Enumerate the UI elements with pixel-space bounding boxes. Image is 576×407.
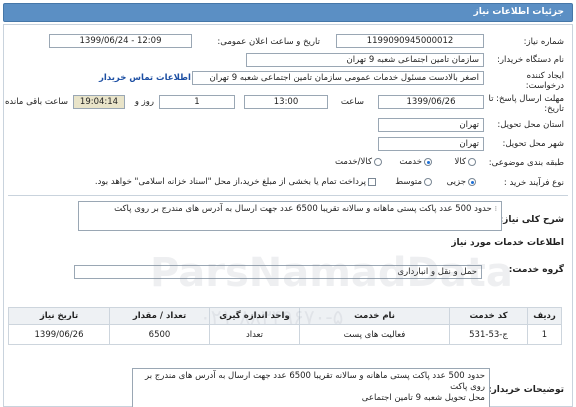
cell-row: 1 [527,324,562,345]
deadline-time-label: ساعت [340,97,364,107]
page-header: جزئیات اطلاعات نیاز [3,3,573,22]
resize-handle-icon: ⁞ [494,205,497,213]
table-row: 1 ج-53-531 فعالیت های پست تعداد 6500 139… [8,324,562,345]
buyer-label: نام دستگاه خریدار: [497,55,564,65]
process-radio-medium[interactable]: متوسط [395,177,432,187]
treasury-payment-checkbox[interactable]: پرداخت تمام یا بخشی از مبلغ خرید،از محل … [95,177,376,187]
announce-field: 1399/06/24 - 12:09 [49,34,192,48]
category-option-goods-service: کالا/خدمت [335,157,372,167]
creator-label: ایجاد کننده درخواست: [525,71,564,91]
process-option-minor: جزیی [446,177,466,187]
radio-dot-selected[interactable] [468,178,476,186]
category-option-goods: کالا [454,157,466,167]
col-unit: واحد اندازه گیری [209,307,300,325]
radio-dot[interactable] [468,158,476,166]
cell-unit: تعداد [209,324,300,345]
deadline-date-field: 1399/06/26 [378,95,484,109]
buyer-field: سازمان تامین اجتماعی شعبه 9 تهران [246,53,484,67]
days-label: روز و [134,97,154,107]
province-field: تهران [378,118,484,132]
radio-dot[interactable] [424,178,432,186]
category-radio-goods-service[interactable]: کالا/خدمت [335,157,382,167]
radio-dot[interactable] [374,158,382,166]
deadline-time-field: 13:00 [244,95,328,109]
process-label: نوع فرآیند خرید : [503,178,564,188]
need-number-field: 1199090945000012 [336,34,484,48]
category-option-service: خدمت [399,157,422,167]
buyer-notes-line-2: روی پاکت [450,382,485,392]
buyer-notes-box: حدود 500 عدد پاکت پستی ماهانه و سالانه ت… [132,368,490,407]
remaining-label: ساعت باقی مانده [4,97,68,107]
checkbox[interactable] [368,178,376,186]
creator-field: اصغر بالادست مسئول خدمات عمومی سازمان تا… [192,71,484,85]
summary-label: شرح کلی نیاز: [499,215,564,225]
cell-service-name: فعالیت های پست [299,324,450,345]
category-radio-service[interactable]: خدمت [399,157,432,167]
radio-dot-selected[interactable] [424,158,432,166]
col-need-date: تاریخ نیاز [8,307,110,325]
announce-label: تاریخ و ساعت اعلان عمومی: [217,37,320,47]
process-radio-minor[interactable]: جزیی [447,177,476,187]
process-option-medium: متوسط [395,177,422,187]
buyer-notes-line-1: حدود 500 عدد پاکت پستی ماهانه و سالانه ت… [145,371,485,381]
col-service-name: نام خدمت [299,307,450,325]
buyer-contact-link[interactable]: اطلاعات تماس خریدار [99,73,191,83]
province-label: استان محل تحویل: [497,120,564,130]
category-label: طبقه بندی موضوعی: [488,158,564,168]
details-panel: شماره نیاز: 1199090945000012 تاریخ و ساع… [3,24,573,407]
need-number-label: شماره نیاز: [523,37,564,47]
col-service-code: کد خدمت [449,307,528,325]
cell-need-date: 1399/06/26 [8,324,110,345]
page-title: جزئیات اطلاعات نیاز [473,7,564,17]
summary-text: حدود 500 عدد پاکت پستی ماهانه و سالانه ت… [114,204,492,214]
cell-quantity: 6500 [109,324,210,345]
cell-service-code: ج-53-531 [449,324,528,345]
divider [8,195,568,196]
category-radio-goods[interactable]: کالا [455,157,476,167]
city-field: تهران [378,137,484,151]
remaining-time-field: 19:04:14 [73,95,125,109]
services-table: ردیف کد خدمت نام خدمت واحد اندازه گیری ت… [8,307,562,345]
service-group-label: گروه خدمت: [508,265,564,275]
treasury-payment-note: پرداخت تمام یا بخشی از مبلغ خرید،از محل … [94,177,366,187]
buyer-notes-line-3: محل تحویل شعبه 9 تامین اجتماعی [361,393,485,403]
deadline-label: مهلت ارسال پاسخ: تا تاریخ: [488,94,564,114]
summary-box: ⁞حدود 500 عدد پاکت پستی ماهانه و سالانه … [78,201,502,231]
col-row: ردیف [527,307,562,325]
city-label: شهر محل تحویل: [502,139,564,149]
days-field: 1 [159,95,235,109]
col-quantity: تعداد / مقدار [109,307,210,325]
service-group-field: حمل و نقل و انبارداری [74,265,482,279]
buyer-notes-label: توضیحات خریدار: [488,385,564,395]
services-section-title: اطلاعات خدمات مورد نیاز [451,238,564,248]
table-header-row: ردیف کد خدمت نام خدمت واحد اندازه گیری ت… [8,307,562,325]
